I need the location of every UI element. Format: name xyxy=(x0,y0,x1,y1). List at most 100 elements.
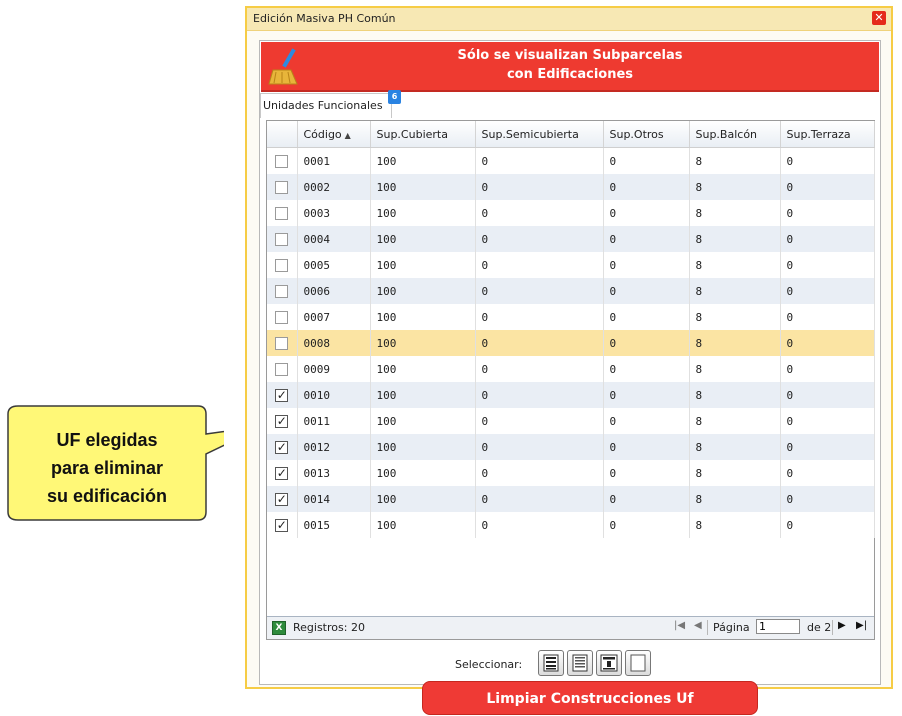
select-all-button[interactable] xyxy=(538,650,564,676)
table-row[interactable]: ✓ 0013 100 0 0 8 0 xyxy=(267,460,875,486)
cell-otros: 0 xyxy=(603,147,690,174)
header-sup-balcon[interactable]: Sup.Balcón xyxy=(689,121,781,148)
cell-terraza: 0 xyxy=(780,252,875,278)
cell-balcon: 8 xyxy=(689,356,781,382)
cell-cub: 100 xyxy=(370,512,476,538)
row-checkbox-cell xyxy=(267,200,298,226)
table-row[interactable]: 0006 100 0 0 8 0 xyxy=(267,278,875,304)
page-number-input[interactable] xyxy=(756,619,800,634)
page-label: Página xyxy=(713,621,750,634)
row-checkbox[interactable] xyxy=(275,362,289,376)
row-checkbox[interactable] xyxy=(275,154,289,168)
cell-code: 0002 xyxy=(297,174,371,200)
units-grid: Código ▲ Sup.Cubierta Sup.Semicubierta Su… xyxy=(266,120,875,640)
cell-terraza: 0 xyxy=(780,460,875,486)
row-checkbox-cell: ✓ xyxy=(267,486,298,512)
cell-balcon: 8 xyxy=(689,408,781,434)
header-sup-semicubierta[interactable]: Sup.Semicubierta xyxy=(475,121,604,148)
table-row[interactable]: ✓ 0011 100 0 0 8 0 xyxy=(267,408,875,434)
row-checkbox[interactable]: ✓ xyxy=(275,388,289,402)
mass-edit-dialog: Edición Masiva PH Común ✕ Sólo se visual… xyxy=(245,6,893,715)
cell-terraza: 0 xyxy=(780,174,875,200)
table-row[interactable]: ✓ 0015 100 0 0 8 0 xyxy=(267,512,875,538)
table-row[interactable]: 0005 100 0 0 8 0 xyxy=(267,252,875,278)
table-row[interactable]: ✓ 0014 100 0 0 8 0 xyxy=(267,486,875,512)
cell-cub: 100 xyxy=(370,278,476,304)
cell-semi: 0 xyxy=(475,512,604,538)
cell-balcon: 8 xyxy=(689,174,781,200)
cell-otros: 0 xyxy=(603,304,690,330)
clear-constructions-button[interactable]: Limpiar Construcciones Uf xyxy=(422,681,758,715)
select-page-button[interactable] xyxy=(567,650,593,676)
tab-count-badge: 6 xyxy=(388,90,401,104)
table-row[interactable]: 0007 100 0 0 8 0 xyxy=(267,304,875,330)
cell-code: 0004 xyxy=(297,226,371,252)
cell-cub: 100 xyxy=(370,174,476,200)
cell-semi: 0 xyxy=(475,356,604,382)
row-checkbox[interactable]: ✓ xyxy=(275,440,289,454)
last-page-icon[interactable]: ▶| xyxy=(856,620,867,631)
select-filtered-button[interactable] xyxy=(596,650,622,676)
first-page-icon[interactable]: |◀ xyxy=(674,620,685,631)
dialog-titlebar[interactable]: Edición Masiva PH Común ✕ xyxy=(247,8,891,31)
row-checkbox[interactable] xyxy=(275,180,289,194)
cell-terraza: 0 xyxy=(780,147,875,174)
row-checkbox[interactable] xyxy=(275,310,289,324)
records-count: Registros: 20 xyxy=(293,621,365,634)
cell-balcon: 8 xyxy=(689,304,781,330)
row-checkbox-cell xyxy=(267,278,298,304)
table-row[interactable]: ✓ 0012 100 0 0 8 0 xyxy=(267,434,875,460)
next-page-icon[interactable]: ▶ xyxy=(838,620,846,631)
cell-balcon: 8 xyxy=(689,434,781,460)
row-checkbox[interactable]: ✓ xyxy=(275,492,289,506)
cell-semi: 0 xyxy=(475,460,604,486)
cell-code: 0012 xyxy=(297,434,371,460)
cell-terraza: 0 xyxy=(780,486,875,512)
row-checkbox[interactable] xyxy=(275,284,289,298)
cell-cub: 100 xyxy=(370,408,476,434)
row-checkbox[interactable] xyxy=(275,206,289,220)
cell-semi: 0 xyxy=(475,226,604,252)
tab-label: Unidades Funcionales xyxy=(263,99,383,112)
row-checkbox[interactable] xyxy=(275,336,289,350)
cell-semi: 0 xyxy=(475,278,604,304)
table-row[interactable]: 0008 100 0 0 8 0 xyxy=(267,330,875,356)
row-checkbox[interactable]: ✓ xyxy=(275,518,289,532)
excel-export-icon[interactable]: X xyxy=(272,621,286,635)
table-row[interactable]: 0003 100 0 0 8 0 xyxy=(267,200,875,226)
header-select xyxy=(267,121,298,148)
cell-balcon: 8 xyxy=(689,382,781,408)
cell-otros: 0 xyxy=(603,434,690,460)
select-none-button[interactable] xyxy=(625,650,651,676)
cell-cub: 100 xyxy=(370,486,476,512)
row-checkbox[interactable]: ✓ xyxy=(275,414,289,428)
header-sup-terraza[interactable]: Sup.Terraza xyxy=(780,121,875,148)
row-checkbox[interactable] xyxy=(275,258,289,272)
cell-balcon: 8 xyxy=(689,278,781,304)
table-row[interactable]: 0009 100 0 0 8 0 xyxy=(267,356,875,382)
cell-semi: 0 xyxy=(475,330,604,356)
table-row[interactable]: 0002 100 0 0 8 0 xyxy=(267,174,875,200)
select-filtered-icon xyxy=(600,654,618,672)
row-checkbox[interactable] xyxy=(275,232,289,246)
close-icon[interactable]: ✕ xyxy=(872,11,886,25)
header-sup-cubierta[interactable]: Sup.Cubierta xyxy=(370,121,476,148)
cell-cub: 100 xyxy=(370,304,476,330)
cell-code: 0005 xyxy=(297,252,371,278)
row-checkbox-cell xyxy=(267,252,298,278)
table-row[interactable]: 0001 100 0 0 8 0 xyxy=(267,147,875,174)
cell-otros: 0 xyxy=(603,200,690,226)
select-none-icon xyxy=(630,654,646,672)
table-row[interactable]: 0004 100 0 0 8 0 xyxy=(267,226,875,252)
cell-semi: 0 xyxy=(475,147,604,174)
table-row[interactable]: ✓ 0010 100 0 0 8 0 xyxy=(267,382,875,408)
cell-semi: 0 xyxy=(475,252,604,278)
prev-page-icon[interactable]: ◀ xyxy=(694,620,702,631)
tab-unidades-funcionales[interactable]: Unidades Funcionales xyxy=(260,93,392,118)
cell-semi: 0 xyxy=(475,174,604,200)
header-codigo[interactable]: Código ▲ xyxy=(297,121,371,148)
row-checkbox-cell xyxy=(267,304,298,330)
row-checkbox-cell: ✓ xyxy=(267,408,298,434)
header-sup-otros[interactable]: Sup.Otros xyxy=(603,121,690,148)
row-checkbox[interactable]: ✓ xyxy=(275,466,289,480)
